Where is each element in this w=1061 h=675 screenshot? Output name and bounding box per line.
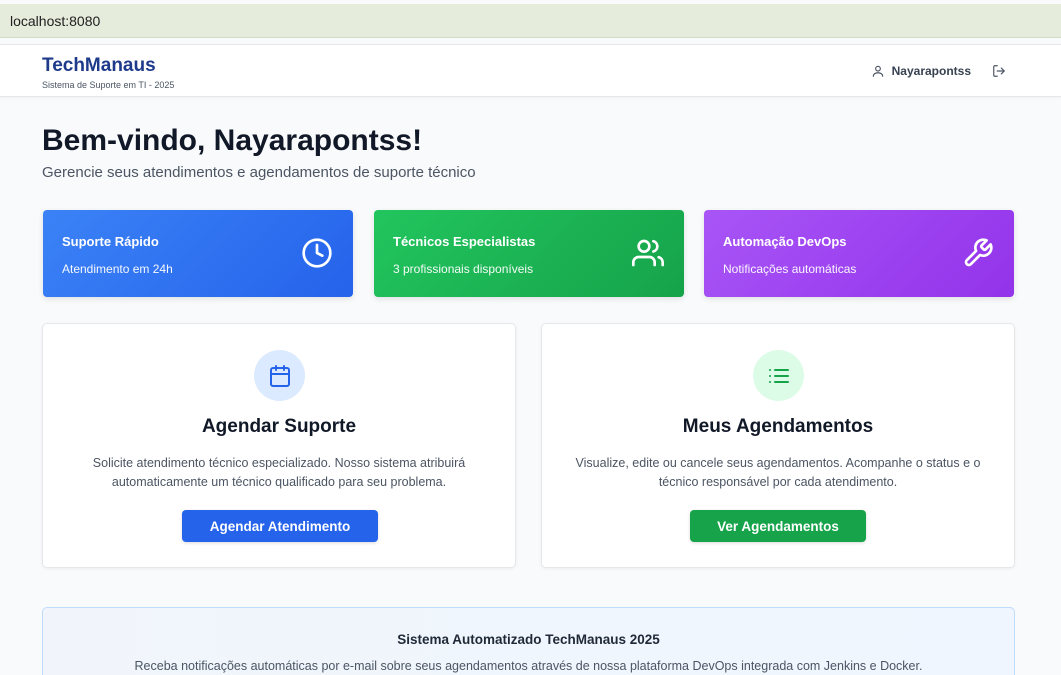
feature-tecnicos-especialistas: Técnicos Especialistas 3 profissionais d… (374, 210, 684, 297)
card-icon-circle (254, 350, 305, 401)
card-description: Visualize, edite ou cancele seus agendam… (575, 456, 981, 489)
card-meus-agendamentos: Meus Agendamentos Visualize, edite ou ca… (541, 323, 1015, 568)
clock-icon (302, 238, 332, 268)
card-icon-circle (753, 350, 804, 401)
wrench-icon (964, 238, 993, 267)
feature-suporte-rapido: Suporte Rápido Atendimento em 24h (43, 210, 353, 297)
ver-agendamentos-button[interactable]: Ver Agendamentos (690, 510, 866, 542)
user-menu: Nayarapontss (871, 64, 971, 78)
feature-title: Automação DevOps (723, 234, 847, 249)
url-text: localhost:8080 (10, 12, 101, 29)
feature-automacao-devops: Automação DevOps Notificações automática… (704, 210, 1014, 297)
welcome-subtitle: Gerencie seus atendimentos e agendamento… (42, 164, 476, 181)
list-icon (768, 368, 789, 383)
feature-subtitle: 3 profissionais disponíveis (393, 262, 534, 276)
welcome-title: Bem-vindo, Nayarapontss! (42, 124, 423, 157)
agendar-atendimento-button[interactable]: Agendar Atendimento (182, 510, 378, 542)
user-icon (872, 65, 883, 77)
brand-title: TechManaus (42, 55, 156, 76)
address-bar[interactable]: localhost:8080 (0, 4, 1061, 38)
username: Nayarapontss (891, 64, 971, 78)
card-title: Agendar Suporte (201, 416, 357, 437)
card-title: Meus Agendamentos (682, 416, 874, 437)
users-icon (632, 239, 664, 267)
feature-subtitle: Notificações automáticas (723, 262, 857, 276)
banner-title: Sistema Automatizado TechManaus 2025 (397, 632, 660, 647)
logout-icon[interactable] (992, 64, 1006, 78)
feature-title: Suporte Rápido (62, 234, 159, 249)
brand[interactable]: TechManaus Sistema de Suporte em TI - 20… (42, 55, 174, 90)
top-navbar: TechManaus Sistema de Suporte em TI - 20… (0, 44, 1061, 97)
banner-description: Receba notificações automáticas por e-ma… (134, 659, 923, 673)
calendar-icon (269, 364, 290, 387)
feature-title: Técnicos Especialistas (393, 234, 536, 249)
feature-subtitle: Atendimento em 24h (62, 262, 173, 276)
brand-subtitle: Sistema de Suporte em TI - 2025 (42, 80, 175, 90)
card-agendar-suporte: Agendar Suporte Solicite atendimento téc… (42, 323, 516, 568)
info-banner: Sistema Automatizado TechManaus 2025 Rec… (42, 607, 1015, 675)
card-description: Solicite atendimento técnico especializa… (92, 456, 466, 489)
